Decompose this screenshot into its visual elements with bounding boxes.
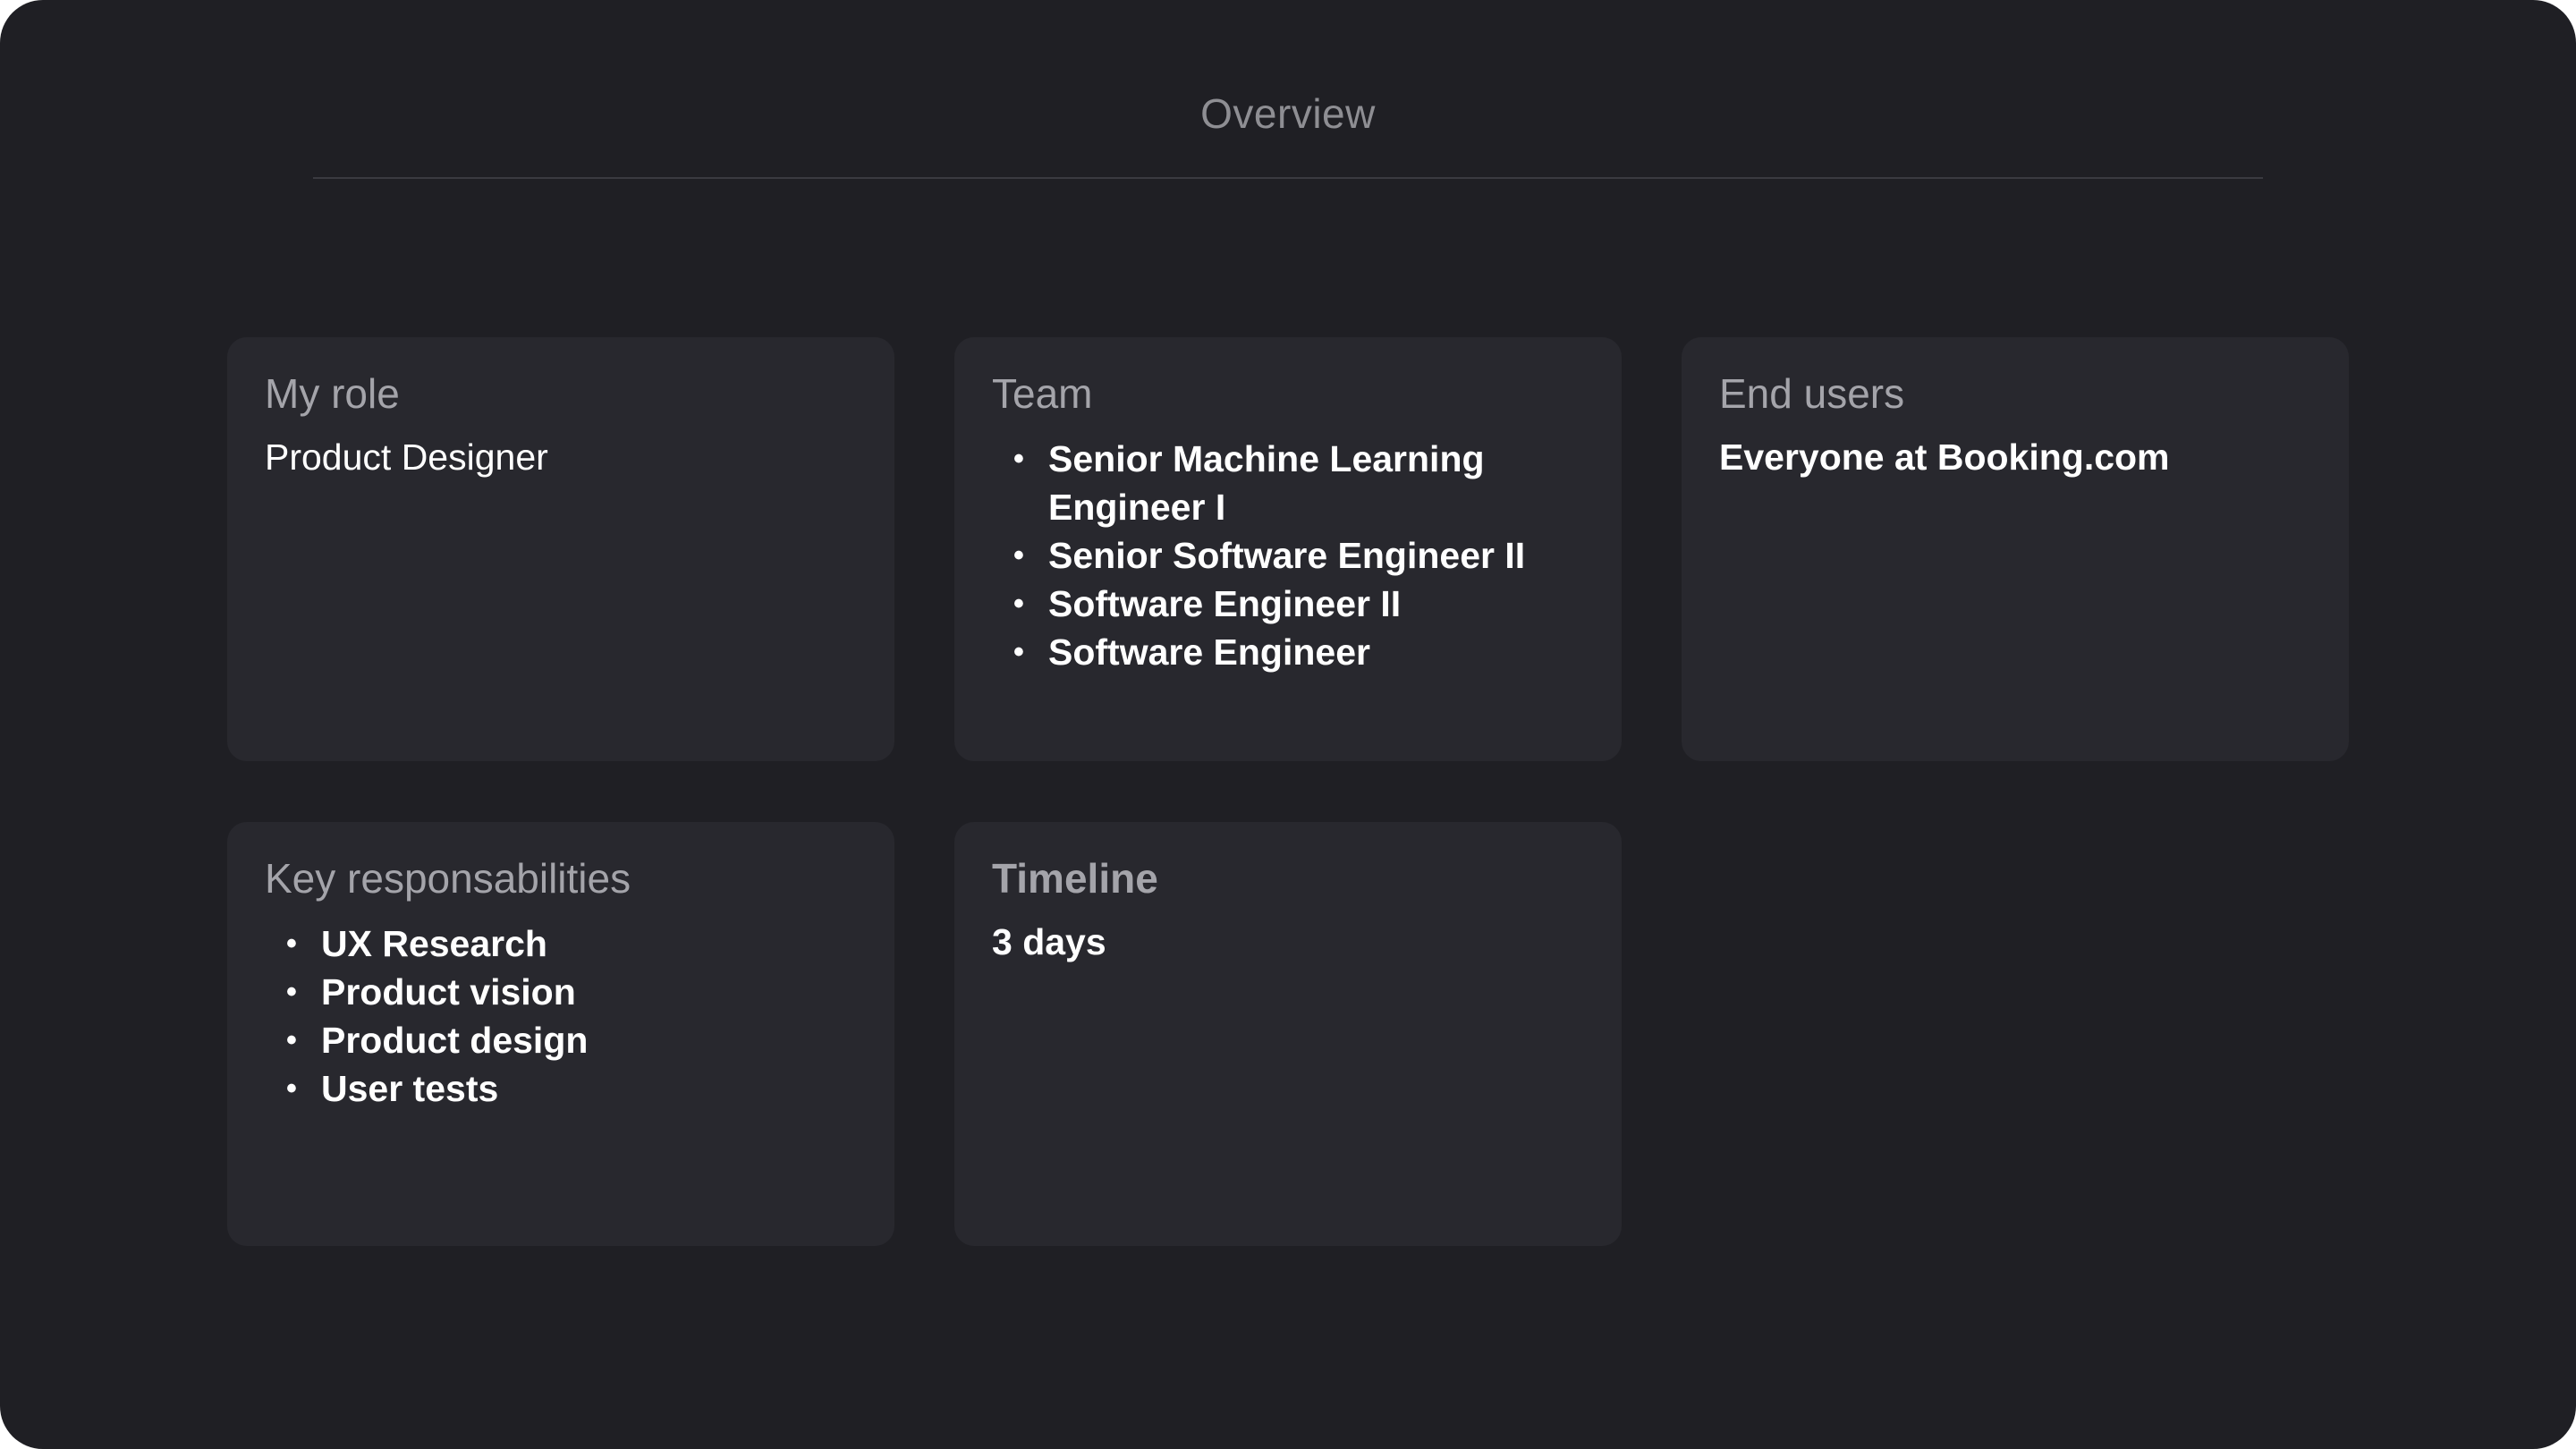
- bullet-icon: •: [286, 1023, 297, 1058]
- bullet-icon: •: [1013, 587, 1024, 622]
- responsibility-item: • Product vision: [265, 968, 857, 1016]
- team-list: • Senior Machine Learning Engineer I • Sen…: [992, 435, 1584, 676]
- team-list-item: • Software Engineer II: [992, 580, 1584, 628]
- team-card: Team • Senior Machine Learning Engineer I…: [954, 337, 1622, 761]
- role-value: Product Designer: [265, 436, 548, 479]
- title-divider: [313, 177, 2263, 179]
- responsibility-item: • UX Research: [265, 919, 857, 968]
- team-member-role: Senior Software Engineer II: [1048, 535, 1526, 577]
- team-list-item: • Senior Software Engineer II: [992, 531, 1584, 580]
- end-users-card-title: End users: [1719, 370, 1905, 417]
- responsibility-item: • Product design: [265, 1016, 857, 1064]
- team-member-role: Senior Machine Learning Engineer I: [1048, 438, 1485, 529]
- responsibility-label: Product vision: [321, 971, 576, 1013]
- timeline-value: 3 days: [992, 921, 1106, 963]
- bullet-icon: •: [286, 1072, 297, 1106]
- end-users-value: Everyone at Booking.com: [1719, 436, 2170, 479]
- responsibilities-card-title: Key responsabilities: [265, 855, 631, 902]
- bullet-icon: •: [286, 975, 297, 1010]
- responsibility-label: Product design: [321, 1020, 589, 1062]
- timeline-card-title: Timeline: [992, 855, 1158, 902]
- responsibility-label: User tests: [321, 1068, 499, 1110]
- timeline-card: Timeline 3 days: [954, 822, 1622, 1246]
- responsibilities-card: Key responsabilities • UX Research • Produ…: [227, 822, 894, 1246]
- role-card: My role Product Designer: [227, 337, 894, 761]
- team-member-role: Software Engineer: [1048, 631, 1370, 674]
- bullet-icon: •: [1013, 635, 1024, 670]
- overview-panel: Overview My role Product Designer Team •…: [0, 0, 2576, 1449]
- page-title: Overview: [1200, 90, 1376, 137]
- team-list-item: • Senior Machine Learning Engineer I: [992, 435, 1584, 531]
- team-member-role: Software Engineer II: [1048, 583, 1402, 625]
- responsibility-label: UX Research: [321, 923, 547, 965]
- bullet-icon: •: [286, 927, 297, 962]
- team-list-item: • Software Engineer: [992, 628, 1584, 676]
- responsibilities-list: • UX Research • Product vision • Product de…: [265, 919, 857, 1113]
- responsibility-item: • User tests: [265, 1064, 857, 1113]
- team-card-title: Team: [992, 370, 1093, 417]
- role-card-title: My role: [265, 370, 400, 417]
- bullet-icon: •: [1013, 538, 1024, 573]
- end-users-card: End users Everyone at Booking.com: [1682, 337, 2349, 761]
- bullet-icon: •: [1013, 442, 1024, 477]
